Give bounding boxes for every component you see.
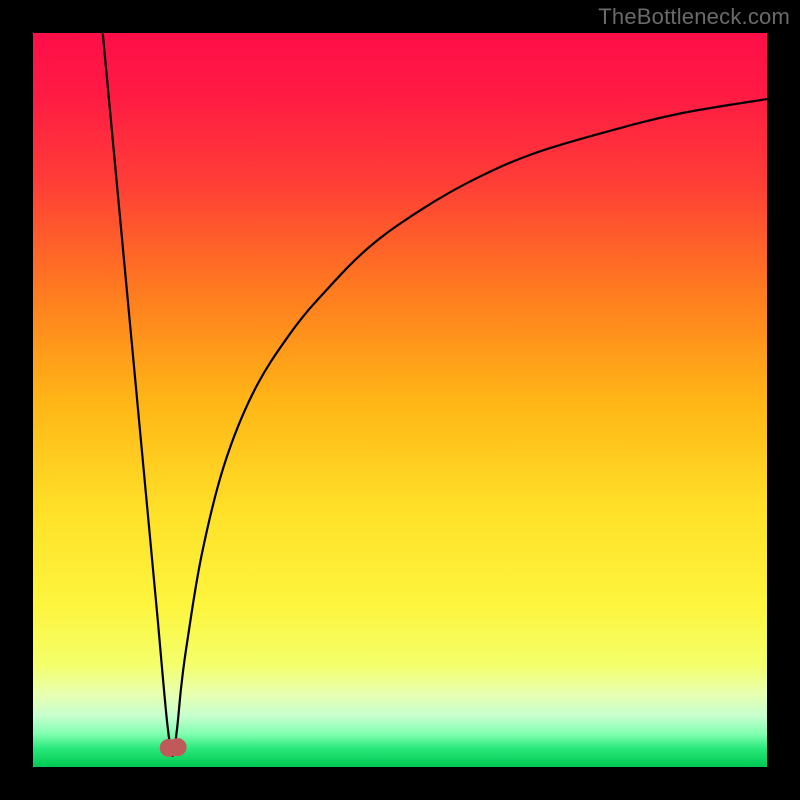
- optimum-marker: [170, 739, 186, 755]
- gradient-background: [33, 33, 767, 767]
- optimum-markers: [161, 739, 186, 756]
- outer-frame: TheBottleneck.com: [0, 0, 800, 800]
- watermark-text: TheBottleneck.com: [598, 4, 790, 30]
- plot-area: [33, 33, 767, 767]
- plot-svg: [33, 33, 767, 767]
